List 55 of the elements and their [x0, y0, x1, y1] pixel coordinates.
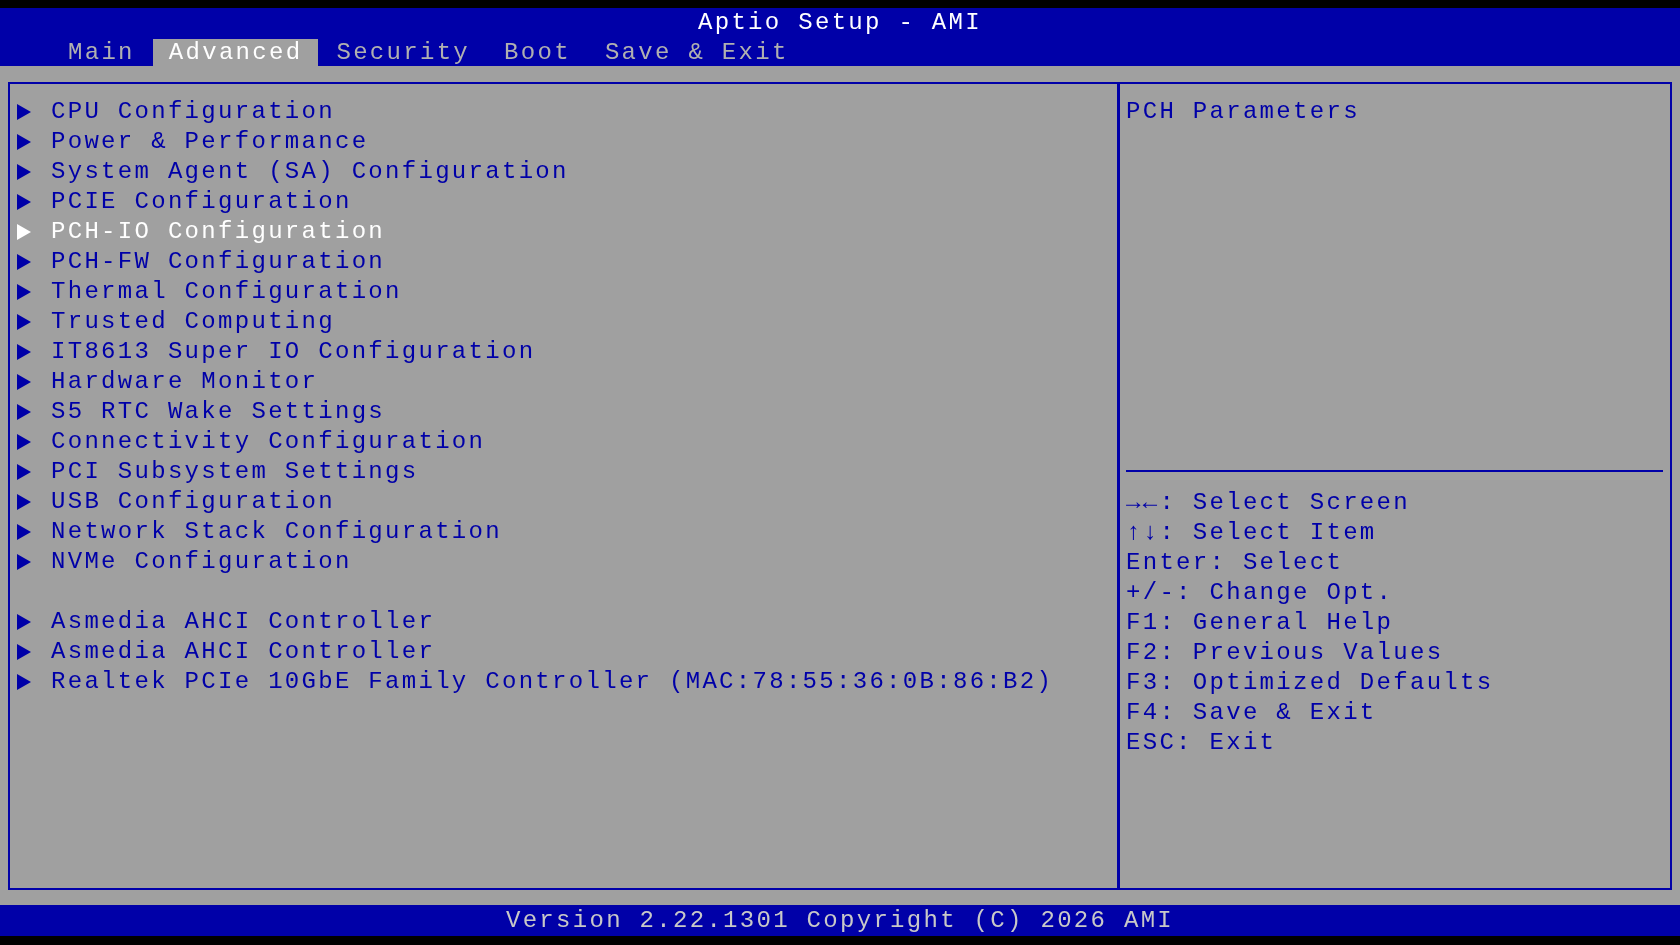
- triangle-right-icon: [17, 314, 31, 330]
- key-hint: F2: Previous Values: [1126, 638, 1444, 668]
- menu-item[interactable]: System Agent (SA) Configuration: [17, 157, 569, 187]
- menu-item[interactable]: Hardware Monitor: [17, 367, 319, 397]
- triangle-right-icon: [17, 224, 31, 240]
- version-text: Version 2.22.1301 Copyright (C) 2026 AMI: [505, 905, 1175, 936]
- menu-item[interactable]: PCI Subsystem Settings: [17, 457, 419, 487]
- window-title: Aptio Setup - AMI: [698, 8, 982, 38]
- menu-item[interactable]: PCH-IO Configuration: [17, 217, 386, 247]
- key-hint: F3: Optimized Defaults: [1126, 668, 1494, 698]
- tab[interactable]: Advanced: [152, 39, 319, 66]
- triangle-right-icon: [17, 464, 31, 480]
- menu-item[interactable]: NVMe Configuration: [17, 547, 352, 577]
- key-hint: +/-: Change Opt.: [1126, 578, 1394, 608]
- triangle-right-icon: [17, 674, 31, 690]
- key-hint: F4: Save & Exit: [1126, 698, 1377, 728]
- menu-item[interactable]: CPU Configuration: [17, 97, 335, 127]
- key-hint: Enter: Select: [1126, 548, 1344, 578]
- tab[interactable]: Main: [52, 39, 151, 66]
- triangle-right-icon: [17, 254, 31, 270]
- tab[interactable]: Boot: [488, 39, 587, 66]
- menu-item[interactable]: Realtek PCIe 10GbE Family Controller (MAC:78:55:36:0B:86:B2): [17, 667, 1054, 697]
- menu-item[interactable]: S5 RTC Wake Settings: [17, 397, 386, 427]
- triangle-right-icon: [17, 434, 31, 450]
- triangle-right-icon: [17, 194, 31, 210]
- triangle-right-icon: [17, 404, 31, 420]
- menu-item[interactable]: Network Stack Configuration: [17, 517, 502, 547]
- key-hint: →←: Select Screen: [1126, 488, 1410, 518]
- triangle-right-icon: [17, 134, 31, 150]
- triangle-right-icon: [17, 554, 31, 570]
- menu-item[interactable]: PCIE Configuration: [17, 187, 352, 217]
- menu-item[interactable]: Thermal Configuration: [17, 277, 402, 307]
- menu-item[interactable]: PCH-FW Configuration: [17, 247, 386, 277]
- menu-item[interactable]: USB Configuration: [17, 487, 335, 517]
- triangle-right-icon: [17, 284, 31, 300]
- menu-item[interactable]: Asmedia AHCI Controller: [17, 607, 436, 637]
- menu-item[interactable]: IT8613 Super IO Configuration: [17, 337, 536, 367]
- menu-item[interactable]: Connectivity Configuration: [17, 427, 486, 457]
- triangle-right-icon: [17, 344, 31, 360]
- tab[interactable]: Save & Exit: [588, 39, 805, 66]
- triangle-right-icon: [17, 644, 31, 660]
- key-hint: F1: General Help: [1126, 608, 1394, 638]
- menu-item[interactable]: Trusted Computing: [17, 307, 335, 337]
- triangle-right-icon: [17, 164, 31, 180]
- triangle-right-icon: [17, 104, 31, 120]
- item-description: PCH Parameters: [1126, 97, 1360, 127]
- key-hint: ↑↓: Select Item: [1126, 518, 1377, 548]
- triangle-right-icon: [17, 494, 31, 510]
- tab[interactable]: Security: [320, 39, 487, 66]
- triangle-right-icon: [17, 374, 31, 390]
- key-hint: ESC: Exit: [1126, 728, 1277, 758]
- triangle-right-icon: [17, 524, 31, 540]
- triangle-right-icon: [17, 614, 31, 630]
- menu-item[interactable]: Power & Performance: [17, 127, 369, 157]
- menu-item[interactable]: Asmedia AHCI Controller: [17, 637, 436, 667]
